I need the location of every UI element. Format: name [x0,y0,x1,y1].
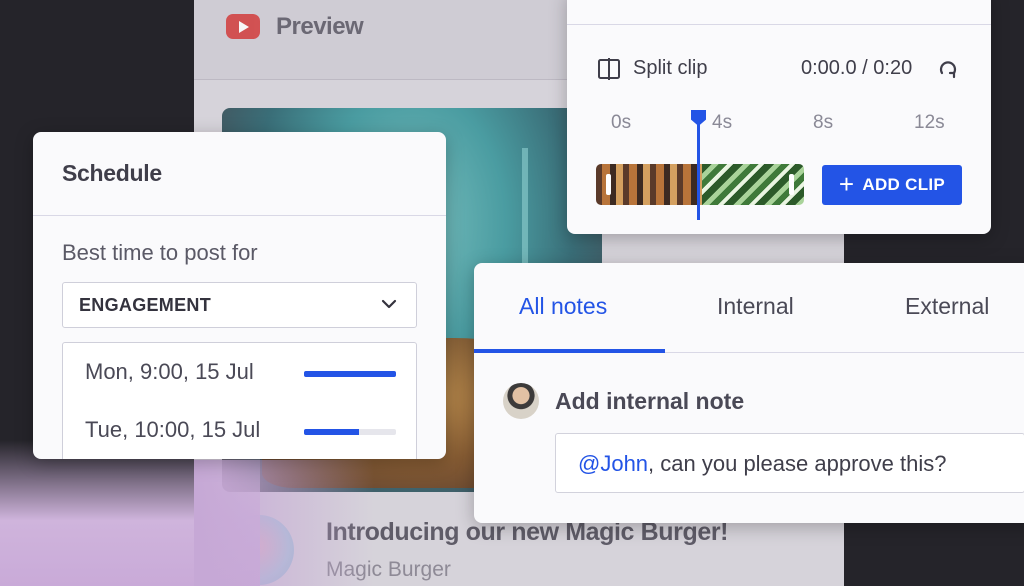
active-tab-indicator [474,349,665,353]
timeline-tick: 12s [914,112,945,133]
note-input-text: , can you please approve this? [648,451,947,476]
engagement-bar [304,429,396,435]
loop-icon[interactable] [937,58,959,80]
note-input[interactable]: @John, can you please approve this? [555,433,1024,493]
trim-handle-end[interactable] [789,174,794,195]
list-item[interactable]: Tue, 10:00, 15 Jul [85,417,405,447]
best-time-label: Best time to post for [62,240,258,265]
time-slot-label: Mon, 9:00, 15 Jul [85,359,254,384]
add-clip-label: ADD CLIP [862,175,946,194]
tab-internal[interactable]: Internal [717,293,794,320]
chevron-down-icon [381,299,397,309]
metric-select[interactable]: ENGAGEMENT [62,282,417,328]
metric-select-value: ENGAGEMENT [79,295,212,315]
tab-external[interactable]: External [905,293,989,320]
playhead[interactable] [697,116,700,220]
youtube-icon [226,14,260,39]
trim-handle-start[interactable] [606,174,611,195]
schedule-title: Schedule [62,160,162,186]
preview-title: Preview [276,13,364,40]
timeline-tick: 0s [611,112,632,133]
list-item[interactable]: Mon, 9:00, 15 Jul [85,359,405,389]
engagement-bar [304,371,396,377]
timeline-tick: 8s [813,112,834,133]
schedule-card: Schedule Best time to post for ENGAGEMEN… [33,132,446,459]
avatar [503,383,539,419]
notes-tabs: All notes Internal External [474,263,1024,353]
mention-tag[interactable]: @John [578,451,648,476]
clip-editor-card: Split clip 0:00.0 / 0:20 0s 4s 8s 12s + … [567,0,991,234]
playhead-handle[interactable] [691,110,706,126]
split-clip-label[interactable]: Split clip [633,57,707,80]
best-times-list: Mon, 9:00, 15 Jul Tue, 10:00, 15 Jul [62,342,417,459]
tab-all-notes[interactable]: All notes [519,293,607,320]
clip-filmstrip[interactable] [596,164,804,205]
plus-icon: + [838,168,855,199]
timecode: 0:00.0 / 0:20 [801,57,913,79]
timeline-tick: 4s [712,112,733,133]
add-clip-button[interactable]: + ADD CLIP [822,165,962,205]
schedule-header: Schedule [33,132,446,216]
split-icon[interactable] [597,58,621,80]
time-slot-label: Tue, 10:00, 15 Jul [85,417,261,442]
notes-card: All notes Internal External Add internal… [474,263,1024,523]
note-heading: Add internal note [555,388,745,414]
